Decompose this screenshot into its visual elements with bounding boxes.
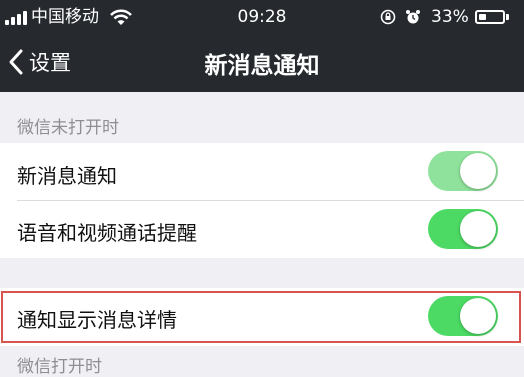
section-header-app-open: 微信打开时 — [17, 357, 102, 377]
switch-knob — [460, 153, 496, 189]
battery-level-fill — [479, 14, 486, 20]
row-label-voice-video-call-reminder: 语音和视频通话提醒 — [17, 221, 197, 245]
settings-group-message-details: 通知显示消息详情 — [0, 288, 524, 346]
switch-knob — [460, 211, 496, 247]
toggle-new-message-notification[interactable] — [428, 151, 498, 191]
toggle-show-message-details[interactable] — [428, 296, 498, 336]
rotation-lock-icon — [380, 9, 396, 25]
battery-percent: 33% — [431, 7, 469, 27]
status-bar: 中国移动 09:28 33% — [0, 0, 524, 34]
battery-icon — [475, 10, 505, 24]
row-label-new-message-notification: 新消息通知 — [17, 164, 117, 188]
settings-group-app-closed: 新消息通知 语音和视频通话提醒 — [0, 143, 524, 258]
section-header-app-closed: 微信未打开时 — [17, 118, 119, 138]
alarm-icon — [406, 10, 420, 24]
switch-knob — [460, 298, 496, 334]
battery-tip — [506, 14, 509, 20]
toggle-voice-video-call-reminder[interactable] — [428, 209, 498, 249]
page-title: 新消息通知 — [204, 53, 320, 79]
navigation-bar: 设置 新消息通知 — [0, 34, 524, 92]
row-label-show-message-details: 通知显示消息详情 — [17, 308, 177, 332]
top-bar: 中国移动 09:28 33% 设置 新消息通知 — [0, 0, 524, 92]
row-divider — [17, 200, 524, 201]
